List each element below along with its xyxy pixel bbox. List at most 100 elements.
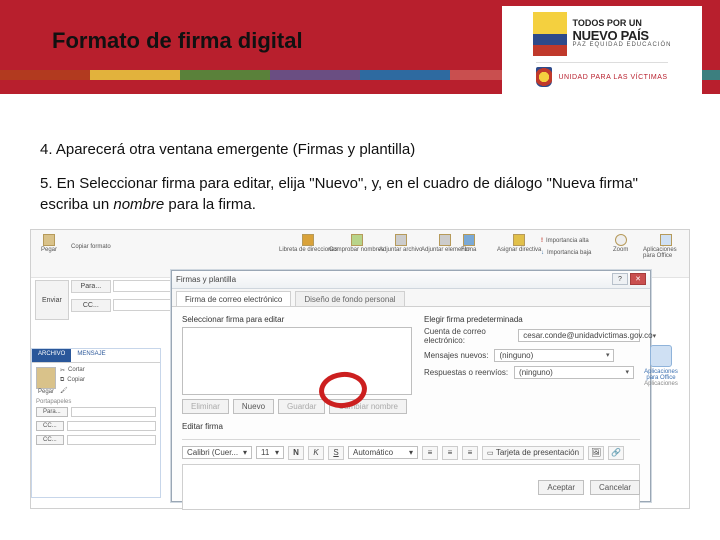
- send-button[interactable]: Enviar: [35, 280, 69, 320]
- importance-high-icon: !: [541, 238, 543, 244]
- new-msgs-label: Mensajes nuevos:: [424, 351, 488, 360]
- new-button[interactable]: Nuevo: [233, 399, 274, 414]
- reply-combo[interactable]: (ninguno) ▾: [514, 366, 634, 379]
- signature-edit-toolbar: Calibri (Cuer...▾ 11▾ N K S Automático▾ …: [182, 439, 640, 460]
- paste-label[interactable]: Pegar: [36, 389, 56, 395]
- paste-large-icon: [36, 367, 56, 389]
- save-button[interactable]: Guardar: [278, 399, 325, 414]
- ribbon-apps-office[interactable]: Aplicaciones para Office: [643, 234, 689, 259]
- underline-button[interactable]: S: [328, 446, 344, 460]
- reply-value: (ninguno): [519, 368, 553, 377]
- ribbon-signature[interactable]: Firma: [461, 234, 476, 253]
- align-left-button[interactable]: ≡: [422, 446, 438, 460]
- ribbon-signature-label: Firma: [461, 247, 476, 253]
- check-names-icon: [351, 234, 363, 246]
- ribbon-copy-format[interactable]: Copiar formato: [71, 244, 111, 250]
- clipboard-brush-row[interactable]: 🖌: [60, 387, 85, 394]
- copy-row[interactable]: ⧉Copiar: [60, 377, 85, 384]
- signature-listbox[interactable]: [182, 327, 412, 395]
- ribbon-attach-file[interactable]: Adjuntar archivo: [379, 234, 422, 253]
- ribbon-importance-high[interactable]: !Importancia alta: [541, 238, 589, 244]
- slide-body: 4. Aparecerá otra ventana emergente (Fir…: [0, 118, 720, 215]
- font-combo[interactable]: Calibri (Cuer... ▾: [182, 446, 252, 459]
- cancel-button[interactable]: Cancelar: [590, 480, 640, 495]
- tab-archivo[interactable]: ARCHIVO: [32, 349, 71, 362]
- step-5: 5. En Seleccionar firma para editar, eli…: [40, 174, 680, 215]
- w2-cc-button[interactable]: CC...: [36, 421, 64, 431]
- account-combo[interactable]: cesar.conde@unidadvictimas.gov.co▾: [518, 329, 640, 342]
- chevron-down-icon: ▾: [275, 448, 279, 457]
- close-button[interactable]: ✕: [630, 273, 646, 285]
- new-msgs-combo[interactable]: (ninguno)▾: [494, 349, 614, 362]
- dialog-titlebar: Firmas y plantilla ? ✕: [172, 271, 650, 289]
- signatures-dialog: Firmas y plantilla ? ✕ Firma de correo e…: [171, 270, 651, 502]
- paste-icon: [43, 234, 55, 246]
- ribbon-check-names[interactable]: Comprobar nombres: [329, 234, 384, 253]
- align-center-button[interactable]: ≡: [442, 446, 458, 460]
- secondary-window: ARCHIVO MENSAJE Pegar ✂Cortar ⧉Copiar 🖌 …: [31, 348, 161, 498]
- w2-cco-field[interactable]: [67, 435, 156, 445]
- link-button[interactable]: 🔗: [608, 446, 624, 460]
- ribbon-zoom[interactable]: Zoom: [613, 234, 628, 253]
- business-card-label: Tarjeta de presentación: [496, 448, 579, 457]
- importance-low-icon: ↓: [541, 250, 544, 256]
- ribbon-paste-label: Pegar: [41, 247, 57, 253]
- attach-item-icon: [439, 234, 451, 246]
- cut-label: Cortar: [68, 367, 85, 373]
- w2-para-button[interactable]: Para...: [36, 407, 68, 417]
- to-button[interactable]: Para...: [71, 280, 111, 293]
- apps-office-label: Aplicaciones para Office: [641, 369, 681, 381]
- apps-office-tile[interactable]: Aplicaciones para Office Aplicaciones: [641, 345, 681, 387]
- select-signature-label: Seleccionar firma para editar: [182, 315, 412, 324]
- cc-button[interactable]: CC...: [71, 299, 111, 312]
- ribbon-copy-format-label: Copiar formato: [71, 244, 111, 250]
- align-right-button[interactable]: ≡: [462, 446, 478, 460]
- ribbon-importance-low-label: Importancia baja: [547, 250, 591, 256]
- ribbon-assign-policy[interactable]: Asignar directiva: [497, 234, 541, 253]
- size-combo[interactable]: 11 ▾: [256, 446, 284, 459]
- reply-label: Respuestas o reenvíos:: [424, 368, 508, 377]
- secondary-tabs: ARCHIVO MENSAJE: [32, 349, 160, 363]
- dialog-title: Firmas y plantilla: [176, 275, 236, 284]
- ok-button[interactable]: Aceptar: [538, 480, 584, 495]
- apps-office-icon: [650, 345, 672, 367]
- copy-icon: ⧉: [60, 377, 64, 384]
- w2-para-field[interactable]: [71, 407, 156, 417]
- color-value: Automático: [353, 448, 393, 457]
- default-signature-label: Elegir firma predeterminada: [424, 315, 640, 324]
- color-combo[interactable]: Automático ▾: [348, 446, 418, 459]
- ribbon-paste[interactable]: Pegar: [41, 234, 57, 253]
- ribbon-attach-file-label: Adjuntar archivo: [379, 247, 422, 253]
- cut-row[interactable]: ✂Cortar: [60, 367, 85, 374]
- zoom-icon: [615, 234, 627, 246]
- italic-button[interactable]: K: [308, 446, 324, 460]
- chevron-down-icon: ▾: [409, 448, 413, 457]
- attach-file-icon: [395, 234, 407, 246]
- chevron-down-icon: ▾: [243, 448, 247, 457]
- tab-mensaje[interactable]: MENSAJE: [71, 349, 111, 362]
- chevron-down-icon: ▾: [626, 368, 630, 376]
- signature-icon: [463, 234, 475, 246]
- ribbon-check-names-label: Comprobar nombres: [329, 247, 384, 253]
- colombia-flag-icon: [533, 12, 567, 56]
- new-msgs-value: (ninguno): [499, 351, 533, 360]
- logo-todos-por-un-nuevo-pais: TODOS POR UN NUEVO PAÍS PAZ EQUIDAD EDUC…: [533, 12, 672, 56]
- ribbon-importance-low[interactable]: ↓Importancia baja: [541, 250, 591, 256]
- help-button[interactable]: ?: [612, 273, 628, 285]
- bold-button[interactable]: N: [288, 446, 304, 460]
- logo-line2: NUEVO PAÍS: [573, 29, 672, 43]
- rename-button[interactable]: Cambiar nombre: [329, 399, 407, 414]
- size-value: 11: [261, 448, 269, 457]
- tab-email-signature[interactable]: Firma de correo electrónico: [176, 291, 291, 306]
- delete-button[interactable]: Eliminar: [182, 399, 229, 414]
- business-card-button[interactable]: ▭ Tarjeta de presentación: [482, 446, 584, 460]
- tab-personal-stationery[interactable]: Diseño de fondo personal: [295, 291, 404, 306]
- w2-cco-button[interactable]: CC...: [36, 435, 64, 445]
- unidad-text: UNIDAD PARA LAS VÍCTIMAS: [558, 74, 667, 81]
- image-button[interactable]: 🖼: [588, 446, 604, 460]
- scissors-icon: ✂: [60, 367, 65, 374]
- font-value: Calibri (Cuer...: [187, 448, 238, 457]
- outlook-screenshot: Pegar Copiar formato Libreta de direccio…: [30, 229, 690, 509]
- ribbon-apps-office-label: Aplicaciones para Office: [643, 247, 689, 259]
- w2-cc-field[interactable]: [67, 421, 156, 431]
